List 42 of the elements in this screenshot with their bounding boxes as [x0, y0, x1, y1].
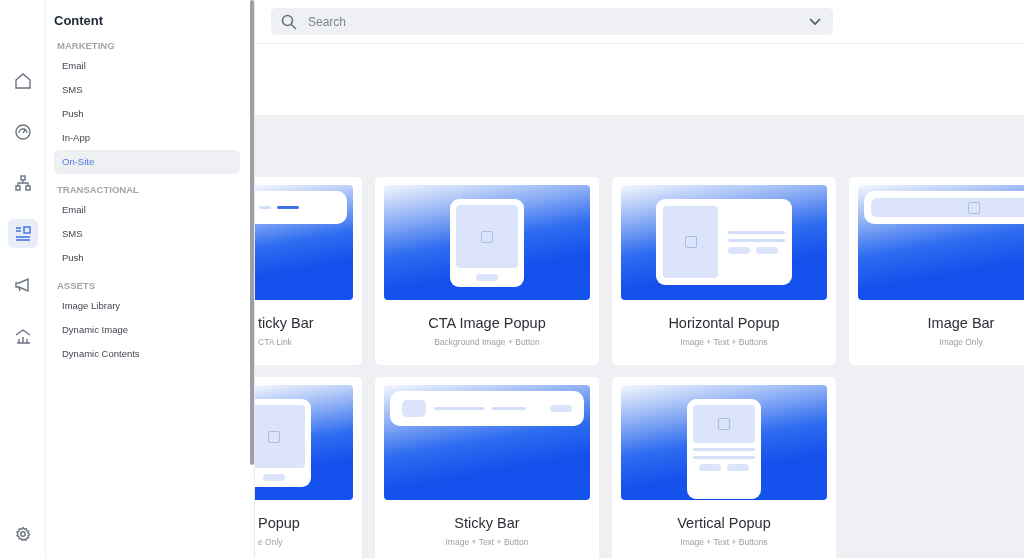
scrollbar[interactable] [250, 0, 254, 465]
content-list-icon[interactable] [7, 219, 38, 248]
section-heading: ASSETS [56, 280, 96, 291]
card-title: ticky Bar [257, 315, 315, 331]
menu-item[interactable]: In-App [54, 126, 240, 150]
card-title: Sticky Bar [453, 515, 521, 531]
card-title: Vertical Popup [676, 515, 772, 531]
panel-title: Content [54, 13, 105, 28]
card-subtitle: Image + Text + Buttons [679, 537, 769, 547]
menu-item[interactable]: Email [54, 198, 240, 222]
menu-item[interactable]: Push [54, 102, 240, 126]
menu-item[interactable]: On-Site [54, 150, 240, 174]
chevron-down-icon [809, 18, 821, 26]
template-card[interactable]: Sticky Bar Image + Text + Button [375, 377, 599, 558]
menu-item[interactable]: SMS [54, 222, 240, 246]
card-subtitle: Background Image + Button [433, 337, 541, 347]
card-subtitle: Image + Text + Button [444, 537, 530, 547]
card-title: Popup [257, 515, 301, 531]
card-title: CTA Image Popup [427, 315, 547, 331]
card-subtitle: Image + Text + Buttons [679, 337, 769, 347]
template-card[interactable]: ticky Bar CTA Link [255, 177, 362, 365]
card-subtitle: Image Only [938, 337, 984, 347]
section-heading: TRANSACTIONAL [56, 184, 140, 195]
template-card[interactable]: Horizontal Popup Image + Text + Buttons [612, 177, 836, 365]
template-card[interactable]: Image Bar Image Only [849, 177, 1024, 365]
card-title: Image Bar [926, 315, 996, 331]
settings-icon[interactable] [14, 526, 31, 542]
card-subtitle: CTA Link [257, 337, 293, 347]
template-card[interactable]: CTA Image Popup Background Image + Button [375, 177, 599, 365]
menu-item[interactable]: Dynamic Contents [54, 342, 240, 366]
menu-item[interactable]: SMS [54, 78, 240, 102]
template-card[interactable]: Popup e Only [255, 377, 362, 558]
menu-item[interactable]: Push [54, 246, 240, 270]
search-icon [281, 14, 297, 30]
section-heading: MARKETING [56, 40, 116, 51]
card-subtitle: e Only [257, 537, 284, 547]
search-field[interactable]: Search [271, 8, 833, 35]
menu-item[interactable]: Dynamic Image [54, 318, 240, 342]
card-title: Horizontal Popup [667, 315, 781, 331]
template-card[interactable]: Vertical Popup Image + Text + Buttons [612, 377, 836, 558]
menu-item[interactable]: Email [54, 54, 240, 78]
menu-item[interactable]: Image Library [54, 294, 240, 318]
